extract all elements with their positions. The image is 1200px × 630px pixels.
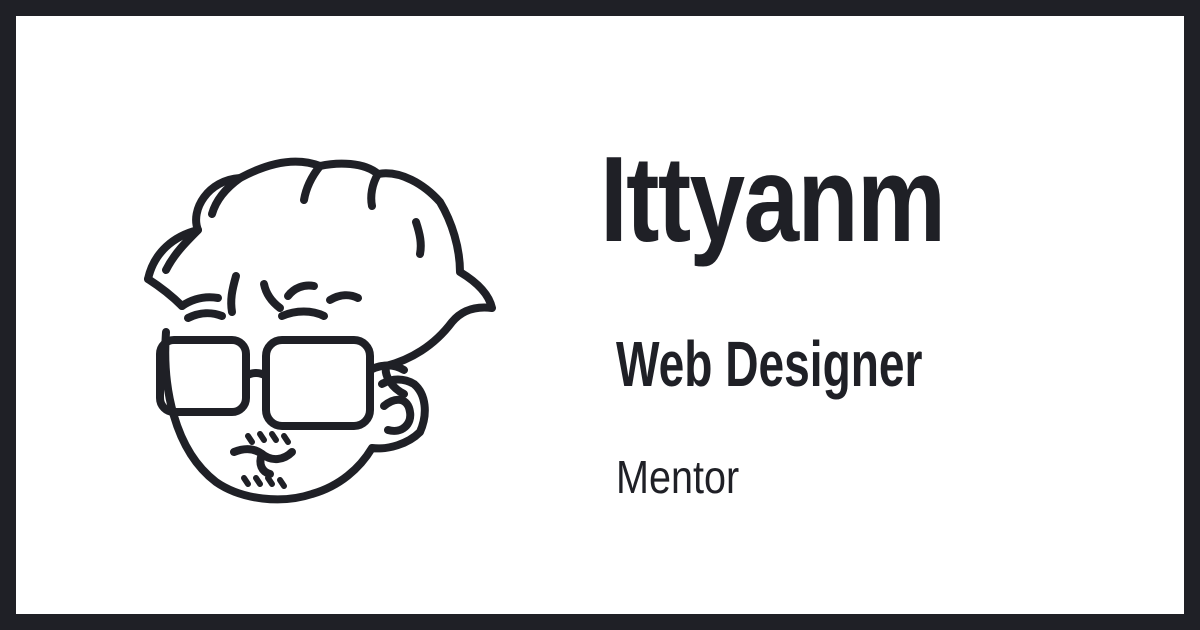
profile-card: Ittyanm Web Designer Mentor bbox=[0, 0, 1200, 630]
profile-role: Web Designer bbox=[616, 328, 923, 400]
profile-name: Ittyanm bbox=[600, 131, 946, 267]
profile-subtitle: Mentor bbox=[616, 451, 740, 503]
avatar-illustration bbox=[116, 144, 516, 514]
